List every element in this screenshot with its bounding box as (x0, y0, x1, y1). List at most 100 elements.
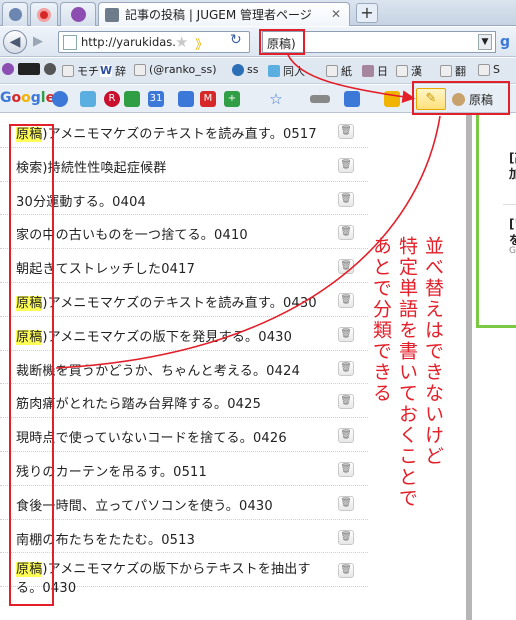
entry-row[interactable]: 残りのカーテンを吊るす。0511 🗑 (0, 452, 368, 486)
page-icon (62, 65, 74, 77)
bookmark-6[interactable]: 日 (362, 63, 388, 79)
tab-favicon-1[interactable] (2, 2, 28, 26)
chevron-icon[interactable]: 》 (195, 34, 208, 53)
entry-text[interactable]: 現時点で使っていないコードを捨てる。0426 (16, 427, 287, 446)
image-icon (362, 65, 374, 77)
new-tab-button[interactable]: + (356, 3, 378, 23)
trash-icon[interactable]: 🗑 (338, 360, 354, 376)
world-icon[interactable] (52, 91, 68, 107)
entry-text[interactable]: 食後一時間、立ってパソコンを使う。0430 (16, 495, 273, 514)
trash-icon[interactable]: 🗑 (338, 461, 354, 477)
tab-active[interactable]: 記事の投稿 | JUGEM 管理者ページ ✕ (98, 2, 350, 26)
trash-icon[interactable]: 🗑 (338, 157, 354, 173)
trash-icon[interactable]: 🗑 (338, 225, 354, 241)
page-icon (396, 65, 408, 77)
entry-row[interactable]: 原稿)アメニモマケズの版下を発見する。0430 🗑 (0, 317, 368, 351)
ghost-icon (70, 7, 86, 22)
scrollbar[interactable] (466, 114, 472, 620)
entry-text[interactable]: 原稿)アメニモマケズのテキストを読み直す。0430 (16, 292, 317, 311)
bookmark-cat[interactable] (44, 63, 59, 75)
gmail-icon[interactable]: M (200, 91, 216, 107)
page-icon (440, 65, 452, 77)
entry-list: 原稿)アメニモマケズのテキストを読み直す。0517 🗑 検索)持続性性喚起症候群 🗑 3… (0, 114, 368, 596)
entry-row[interactable]: 30分運動する。0404 🗑 (0, 182, 368, 216)
close-icon[interactable]: ✕ (331, 7, 341, 21)
forward-button[interactable]: ▶ (28, 33, 48, 51)
ss-icon (232, 63, 244, 76)
bookmark-5[interactable]: 紙 (326, 63, 352, 79)
back-button[interactable]: ◀ (3, 30, 27, 54)
tab-favicon-2[interactable] (30, 2, 58, 26)
entry-text[interactable]: 原稿)アメニモマケズの版下からテキストを抽出する。0430 (16, 560, 336, 598)
entry-text[interactable]: 原稿)アメニモマケズの版下を発見する。0430 (16, 326, 292, 345)
entry-text[interactable]: 裁断機を買うかどうか、ちゃんと考える。0424 (16, 360, 300, 379)
translate-icon[interactable] (344, 91, 360, 107)
bookmark-9[interactable]: S (478, 63, 500, 76)
battery-icon[interactable] (310, 95, 330, 103)
entry-row[interactable]: 検索)持続性性喚起症候群 🗑 (0, 148, 368, 182)
maps-icon[interactable] (124, 91, 140, 107)
chevron-down-icon[interactable]: ▼ (478, 34, 492, 50)
divider (503, 204, 516, 205)
entry-row[interactable]: 原稿)アメニモマケズのテキストを読み直す。0517 🗑 (0, 114, 368, 148)
entry-row[interactable]: 裁断機を買うかどうか、ちゃんと考える。0424 🗑 (0, 351, 368, 385)
bookmark-3[interactable]: ss (232, 63, 258, 76)
bookmark-bbc[interactable] (18, 63, 43, 75)
google-search-icon[interactable]: g (500, 34, 510, 50)
plus-icon[interactable]: + (224, 91, 240, 107)
bookmark-7[interactable]: 漢 (396, 63, 422, 79)
bookmark-label: 紙 (341, 65, 352, 78)
bookmark-8[interactable]: 翻 (440, 63, 466, 79)
url-text: http://yarukidas. (81, 35, 176, 49)
entry-row[interactable]: 食後一時間、立ってパソコンを使う。0430 🗑 (0, 486, 368, 520)
trash-icon[interactable]: 🗑 (338, 326, 354, 342)
bookmark-0[interactable]: モチ (62, 63, 99, 79)
entry-row[interactable]: 南棚の布たちをたたむ。0513 🗑 (0, 520, 368, 554)
trash-icon[interactable]: 🗑 (338, 191, 354, 207)
trash-icon[interactable]: 🗑 (338, 495, 354, 511)
reload-icon[interactable]: ↻ (230, 32, 242, 48)
bookmark-4[interactable]: 同人 (268, 63, 305, 79)
tab-favicon-3[interactable] (60, 2, 96, 26)
marker-icon[interactable] (384, 91, 400, 107)
annotation-box-search (259, 29, 305, 55)
r-icon[interactable]: R (104, 91, 120, 107)
entry-row[interactable]: 朝起きてストレッチした0417 🗑 (0, 249, 368, 283)
page-icon (63, 35, 77, 50)
entry-row[interactable]: 家の中の古いものを一つ捨てる。0410 🗑 (0, 215, 368, 250)
bookmark-2[interactable]: (@ranko_ss) (134, 63, 217, 76)
sidebar-panel: [高加 [いを Ge (476, 114, 516, 328)
bbc-icon (18, 63, 40, 75)
address-bar[interactable]: http://yarukidas. ★ 》 (58, 31, 250, 53)
entry-row[interactable]: 原稿)アメニモマケズのテキストを読み直す。0430 🗑 (0, 283, 368, 317)
trash-icon[interactable]: 🗑 (338, 394, 354, 410)
navigation-bar: ◀ ▶ http://yarukidas. ★ 》 ↻ 原稿) ▼ g (0, 27, 516, 57)
entry-row[interactable]: 原稿)アメニモマケズの版下からテキストを抽出する。0430 🗑 (0, 553, 368, 596)
globe-icon (8, 8, 22, 21)
entry-row[interactable]: 筋肉痛がとれたら踏み台昇降する。0425 🗑 (0, 384, 368, 419)
google-logo[interactable]: Google (0, 90, 55, 106)
annotation-box-list (9, 124, 54, 606)
bookmark-ghost[interactable] (2, 63, 17, 75)
trash-icon[interactable]: 🗑 (338, 124, 354, 139)
entry-text[interactable]: 原稿)アメニモマケズのテキストを読み直す。0517 (16, 123, 317, 142)
tab-strip: 記事の投稿 | JUGEM 管理者ページ ✕ + (0, 0, 516, 26)
calendar-icon[interactable]: 31 (148, 91, 164, 107)
trash-icon[interactable]: 🗑 (338, 563, 354, 579)
star-icon[interactable]: ☆ (268, 91, 284, 107)
docs-icon[interactable] (178, 91, 194, 107)
sidebar-text: [高加 (509, 151, 516, 181)
annotation-text-3: あとで分類できる (370, 236, 392, 404)
entry-body: 裁断機を買うかどうか、ちゃんと考える。0424 (16, 363, 301, 379)
star-icon[interactable]: ★ (175, 33, 188, 51)
trash-icon[interactable]: 🗑 (338, 292, 354, 308)
entry-row[interactable]: 現時点で使っていないコードを捨てる。0426 🗑 (0, 418, 368, 452)
bookmark-label: モチ (77, 65, 99, 78)
twitter-icon[interactable] (80, 91, 96, 107)
trash-icon[interactable]: 🗑 (338, 428, 354, 444)
trash-icon[interactable]: 🗑 (338, 529, 354, 545)
bookmark-label: 日 (377, 65, 388, 78)
trash-icon[interactable]: 🗑 (338, 259, 354, 275)
page-icon (134, 63, 146, 76)
bookmark-1[interactable]: W辞 (100, 63, 126, 79)
